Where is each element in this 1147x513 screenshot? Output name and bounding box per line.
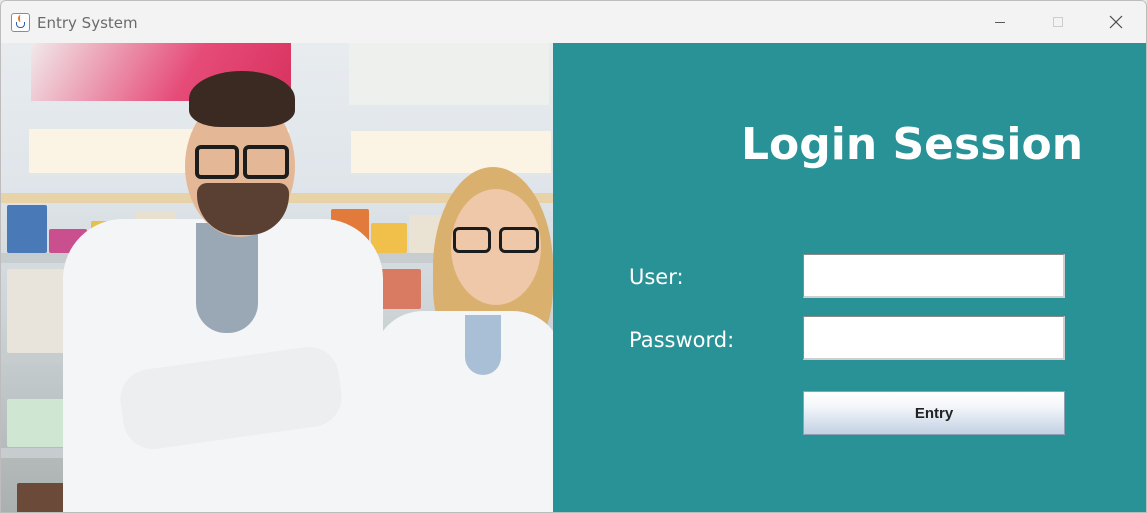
user-input[interactable] bbox=[804, 255, 1063, 296]
maximize-button[interactable] bbox=[1029, 1, 1087, 43]
poster bbox=[349, 43, 549, 105]
product-box bbox=[7, 399, 67, 447]
product-box bbox=[7, 205, 47, 253]
minimize-icon bbox=[995, 21, 1005, 23]
close-button[interactable] bbox=[1087, 1, 1145, 43]
login-title: Login Session bbox=[741, 119, 1084, 170]
close-icon bbox=[1109, 15, 1123, 29]
pharmacists-photo bbox=[1, 43, 553, 512]
product-box bbox=[371, 223, 407, 253]
password-label: Password: bbox=[629, 328, 735, 352]
title-bar[interactable]: Entry System bbox=[1, 1, 1146, 43]
product-box bbox=[7, 269, 67, 353]
minimize-button[interactable] bbox=[971, 1, 1029, 43]
user-field-box[interactable] bbox=[803, 254, 1065, 298]
user-label: User: bbox=[629, 265, 684, 289]
window-title: Entry System bbox=[37, 14, 138, 32]
entry-system-window: Entry System Login Session User: Passwor… bbox=[0, 0, 1147, 513]
password-field-box[interactable] bbox=[803, 316, 1065, 360]
password-input[interactable] bbox=[804, 317, 1063, 358]
login-panel: Login Session User: Password: Entry bbox=[553, 43, 1146, 512]
maximize-icon bbox=[1053, 17, 1063, 27]
entry-button[interactable]: Entry bbox=[803, 391, 1065, 435]
shelf-light bbox=[351, 131, 551, 173]
java-cup-icon[interactable] bbox=[11, 13, 30, 32]
